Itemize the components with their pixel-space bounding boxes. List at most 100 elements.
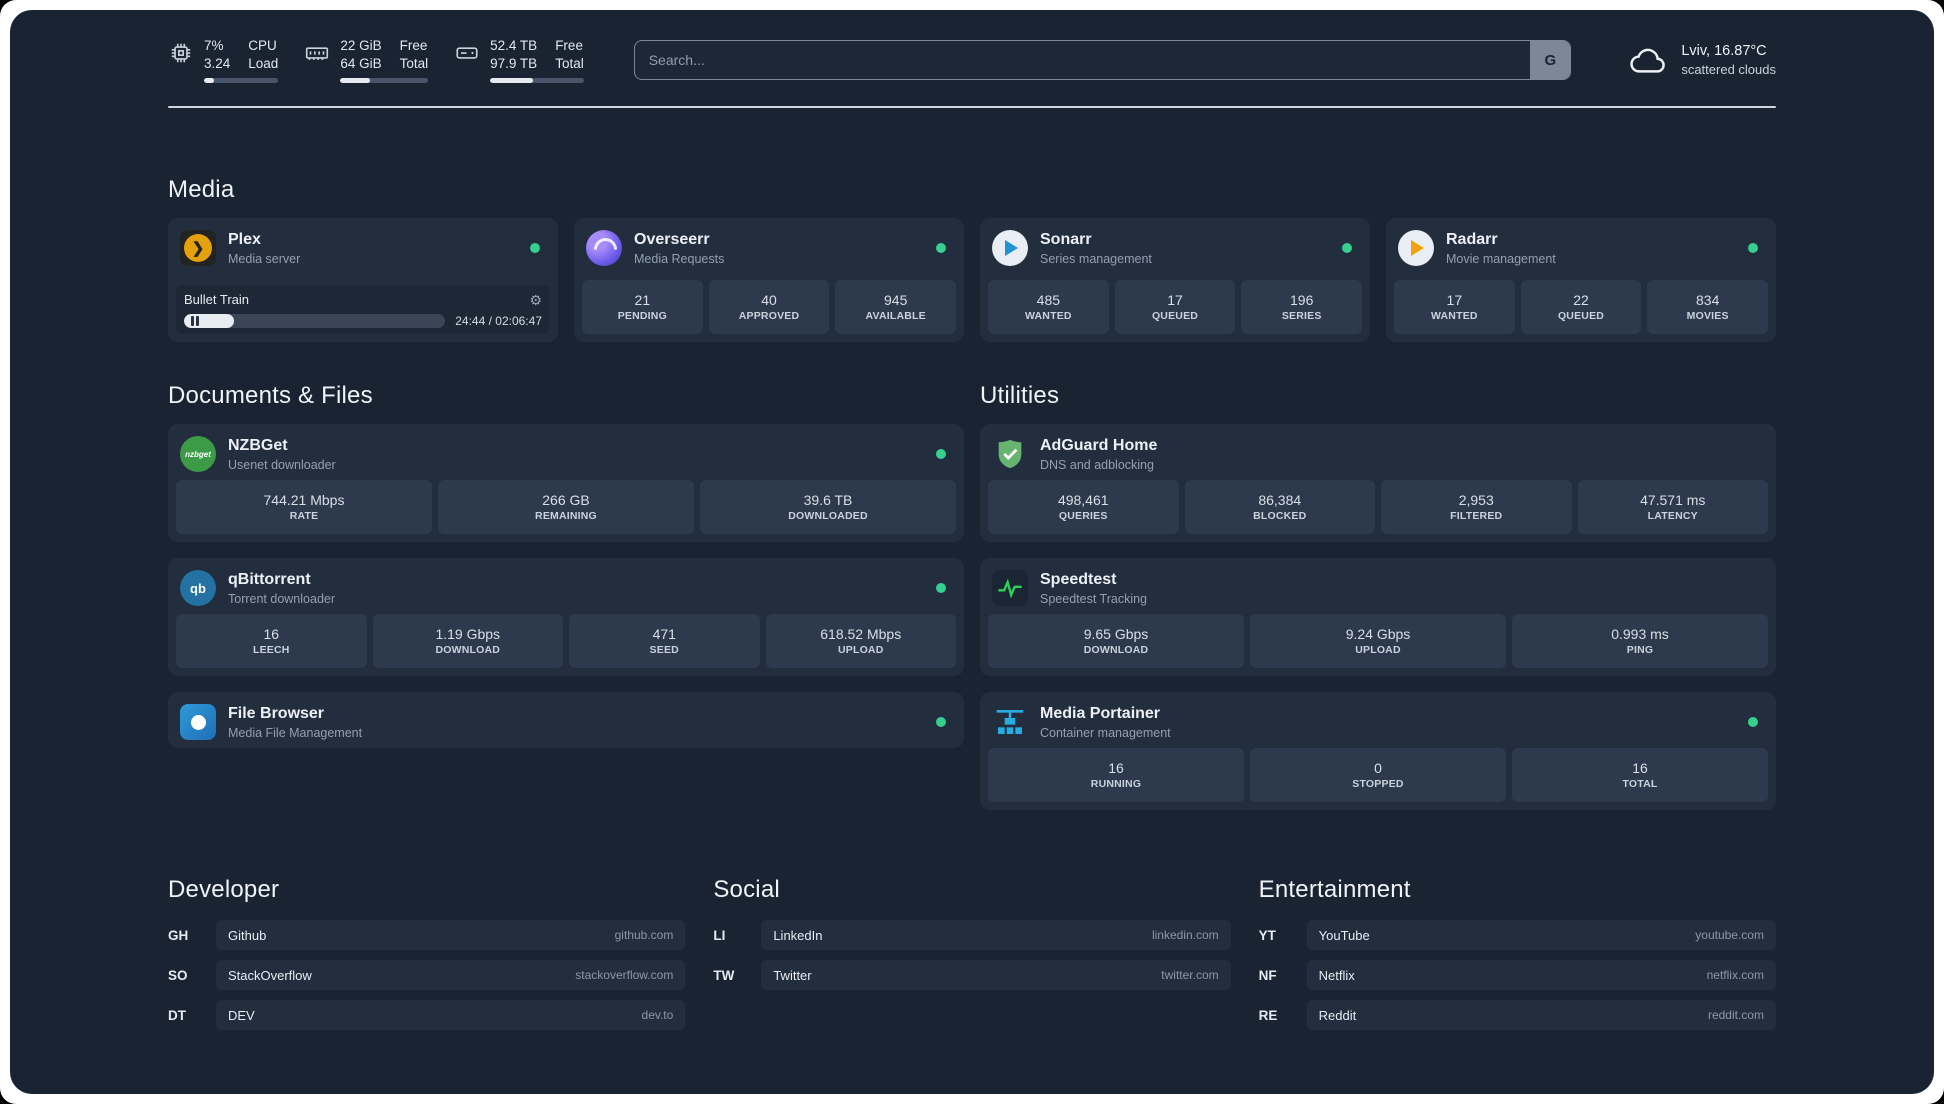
stat-label: WANTED	[1430, 310, 1478, 322]
cpu-load-value: 3.24	[204, 56, 231, 71]
link-abbr: SO	[168, 967, 188, 983]
memory-free-label: Free	[399, 37, 428, 53]
service-card-overseerr[interactable]: Overseerr Media Requests 21 PENDING 40 A…	[574, 218, 964, 342]
link-youtube[interactable]: YT YouTube youtube.com	[1259, 920, 1776, 950]
search-input[interactable]	[634, 41, 1531, 79]
stat-label: QUEUED	[1557, 310, 1605, 322]
weather-location: Lviv, 16.87°C	[1681, 42, 1767, 59]
link-name: Netflix	[1318, 967, 1355, 983]
stat-upload: 618.52 Mbps UPLOAD	[765, 614, 956, 668]
stat-blocked: 86,384 BLOCKED	[1184, 480, 1375, 534]
stat-value: 86,384	[1258, 492, 1302, 508]
speedtest-icon	[992, 570, 1028, 606]
stat-value: 471	[652, 626, 676, 642]
stat-total: 16 TOTAL	[1512, 748, 1768, 802]
service-card-filebrowser[interactable]: File Browser Media File Management	[168, 692, 964, 748]
stat-value: 16	[1632, 760, 1648, 776]
cpu-usage-bar	[204, 78, 279, 84]
stat-value: 266 GB	[542, 492, 590, 508]
service-subtitle: Series management	[1040, 251, 1152, 266]
memory-widget: 22 GiB 64 GiB Free Total	[304, 37, 429, 84]
service-card-portainer[interactable]: Media Portainer Container management 16 …	[980, 692, 1776, 810]
stat-value: 2,953	[1458, 492, 1494, 508]
service-name: Radarr	[1446, 231, 1498, 249]
status-dot	[1342, 243, 1352, 253]
stat-label: SERIES	[1281, 310, 1322, 322]
stat-value: 834	[1696, 292, 1720, 308]
link-name: DEV	[228, 1007, 255, 1023]
link-abbr: RE	[1258, 1007, 1278, 1023]
stat-queries: 498,461 QUERIES	[988, 480, 1179, 534]
stat-queued: 22 QUEUED	[1520, 280, 1642, 334]
stat-series: 196 SERIES	[1241, 280, 1363, 334]
service-subtitle: Container management	[1040, 725, 1171, 740]
link-abbr: TW	[713, 967, 735, 983]
stat-label: UPLOAD	[837, 644, 884, 656]
gear-icon[interactable]: ⚙	[529, 293, 542, 307]
qbittorrent-icon-text: qb	[190, 580, 206, 596]
stat-label: SEED	[649, 644, 679, 656]
stat-available: 945 AVAILABLE	[835, 280, 957, 334]
stat-value: 0.993 ms	[1611, 626, 1669, 642]
disk-total-value: 97.9 TB	[490, 56, 538, 71]
link-linkedin[interactable]: LI LinkedIn linkedin.com	[713, 920, 1231, 950]
stat-label: QUERIES	[1058, 510, 1108, 522]
filebrowser-icon	[180, 704, 216, 740]
service-subtitle: Media server	[228, 251, 301, 266]
service-name: Media Portainer	[1040, 705, 1161, 723]
service-card-sonarr[interactable]: Sonarr Series management 485 WANTED 17 Q…	[980, 218, 1370, 342]
stat-value: 16	[1108, 760, 1124, 776]
service-card-plex[interactable]: ❯ Plex Media server Bullet Train ⚙ 24:44…	[168, 218, 558, 342]
service-subtitle: DNS and adblocking	[1040, 457, 1154, 472]
stat-latency: 47.571 ms LATENCY	[1577, 480, 1768, 534]
status-dot	[936, 583, 946, 593]
cpu-usage-value: 7%	[204, 37, 224, 53]
service-name: NZBGet	[228, 437, 288, 455]
cpu-load-label: Load	[248, 56, 279, 71]
search-provider-button[interactable]: G	[1530, 41, 1571, 79]
link-twitter[interactable]: TW Twitter twitter.com	[713, 960, 1231, 990]
stat-label: FILTERED	[1450, 510, 1503, 522]
section-title-media: Media	[168, 176, 235, 203]
stat-remaining: 266 GB REMAINING	[438, 480, 694, 534]
service-card-nzbget[interactable]: nzbget NZBGet Usenet downloader 744.21 M…	[168, 424, 964, 542]
pause-icon[interactable]	[191, 316, 199, 326]
link-abbr: NF	[1258, 967, 1277, 983]
documents-column: Documents & Files nzbget NZBGet Usenet d…	[168, 382, 964, 748]
link-stackoverflow[interactable]: SO StackOverflow stackoverflow.com	[168, 960, 686, 990]
stat-value: 17	[1167, 292, 1183, 308]
stat-pending: 21 PENDING	[582, 280, 703, 334]
stat-movies: 834 MOVIES	[1647, 280, 1769, 334]
plex-icon: ❯	[180, 230, 216, 266]
link-dev[interactable]: DT DEV dev.to	[168, 1000, 686, 1030]
service-card-radarr[interactable]: Radarr Movie management 17 WANTED 22 QUE…	[1386, 218, 1776, 342]
disk-total-label: Total	[555, 56, 584, 71]
section-title-entertainment: Entertainment	[1258, 876, 1411, 903]
stat-label: REMAINING	[535, 510, 597, 522]
memory-icon	[304, 40, 330, 66]
top-bar: 7% 3.24 CPU Load 22 GiB 64 GiB Free Tota…	[168, 36, 1776, 84]
stat-value: 618.52 Mbps	[820, 626, 902, 642]
adguard-shield-icon	[992, 436, 1028, 472]
link-github[interactable]: GH Github github.com	[168, 920, 686, 950]
stat-value: 47.571 ms	[1640, 492, 1706, 508]
stat-label: RUNNING	[1090, 778, 1142, 790]
link-url: reddit.com	[1707, 1008, 1764, 1022]
stat-label: AVAILABLE	[865, 310, 926, 322]
stat-label: STOPPED	[1352, 778, 1404, 790]
service-card-adguard[interactable]: AdGuard Home DNS and adblocking 498,461 …	[980, 424, 1776, 542]
weather-condition: scattered clouds	[1681, 62, 1776, 78]
link-reddit[interactable]: RE Reddit reddit.com	[1259, 1000, 1776, 1030]
status-dot	[1748, 717, 1758, 727]
stat-rate: 744.21 Mbps RATE	[176, 480, 432, 534]
stat-label: UPLOAD	[1355, 644, 1401, 656]
service-name: Plex	[228, 231, 261, 249]
seek-bar[interactable]	[184, 314, 446, 328]
media-grid: ❯ Plex Media server Bullet Train ⚙ 24:44…	[168, 218, 1776, 342]
link-abbr: DT	[168, 1007, 186, 1023]
stat-upload: 9.24 Gbps UPLOAD	[1250, 614, 1506, 668]
service-card-speedtest[interactable]: Speedtest Speedtest Tracking 9.65 Gbps D…	[980, 558, 1776, 676]
link-netflix[interactable]: NF Netflix netflix.com	[1259, 960, 1776, 990]
service-card-qbittorrent[interactable]: qb qBittorrent Torrent downloader 16 LEE…	[168, 558, 964, 676]
disk-usage-bar	[490, 78, 584, 84]
